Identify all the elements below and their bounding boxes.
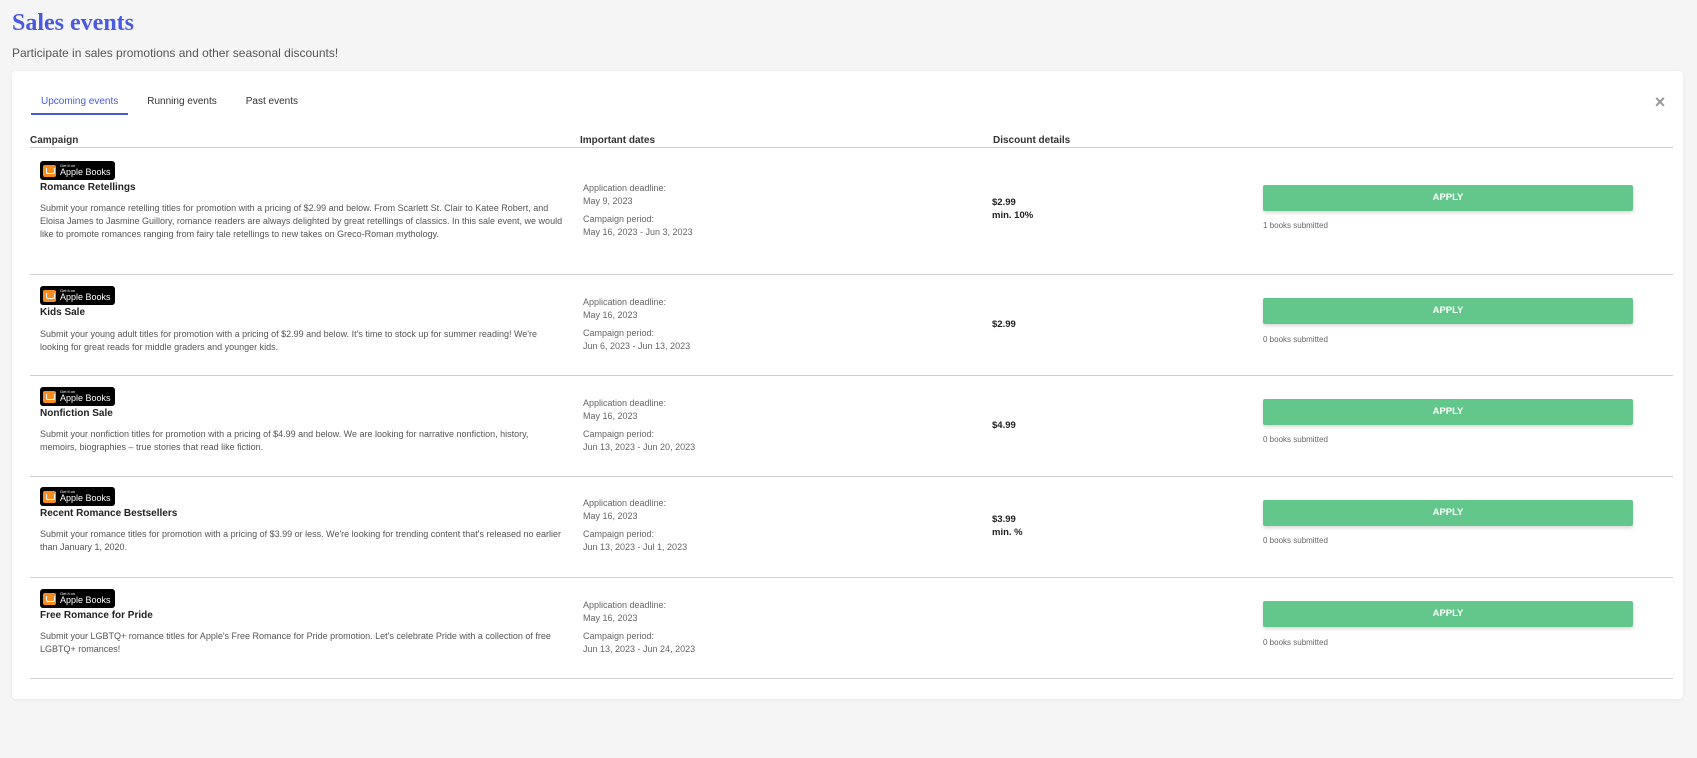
deadline-label: Application deadline:	[583, 183, 667, 193]
discount-details: $4.99	[992, 419, 1016, 432]
table-row: Get it on Apple Books Recent Romance Bes…	[30, 478, 1673, 578]
deadline-label: Application deadline:	[583, 600, 667, 610]
apple-books-logo: Get it on Apple Books	[40, 161, 115, 180]
discount-details: $3.99 min. %	[992, 513, 1023, 539]
event-tabs: Upcoming events Running events Past even…	[31, 94, 317, 116]
books-submitted: 0 books submitted	[1263, 435, 1328, 444]
important-dates: Application deadline: May 9, 2023 Campai…	[583, 182, 693, 244]
apple-books-logo: Get it on Apple Books	[40, 487, 115, 506]
deadline-value: May 16, 2023	[583, 411, 638, 421]
important-dates: Application deadline: May 16, 2023 Campa…	[583, 497, 687, 559]
deadline-value: May 16, 2023	[583, 613, 638, 623]
important-dates: Application deadline: May 16, 2023 Campa…	[583, 397, 695, 459]
important-dates: Application deadline: May 16, 2023 Campa…	[583, 296, 690, 358]
books-submitted: 0 books submitted	[1263, 638, 1328, 647]
apple-books-icon	[43, 490, 56, 503]
campaign-description: Submit your romance retelling titles for…	[40, 203, 563, 239]
deadline-value: May 16, 2023	[583, 511, 638, 521]
logo-wordmark: Apple Books	[60, 167, 111, 177]
period-label: Campaign period:	[583, 429, 655, 439]
deadline-label: Application deadline:	[583, 297, 667, 307]
apple-books-logo: Get it on Apple Books	[40, 286, 115, 305]
deadline-label: Application deadline:	[583, 398, 667, 408]
period-value: May 16, 2023 - Jun 3, 2023	[583, 227, 693, 237]
period-value: Jun 13, 2023 - Jul 1, 2023	[583, 542, 688, 552]
campaign-name: Romance Retellings	[40, 182, 136, 193]
discount-price: $2.99	[992, 319, 1016, 330]
apply-button[interactable]: APPLY	[1263, 500, 1633, 526]
apple-books-logo: Get it on Apple Books	[40, 589, 115, 608]
logo-wordmark: Apple Books	[60, 393, 111, 403]
table-row: Get it on Apple Books Kids Sale Submit y…	[30, 276, 1673, 376]
apple-books-icon	[43, 592, 56, 605]
period-label: Campaign period:	[583, 529, 655, 539]
deadline-value: May 9, 2023	[583, 196, 633, 206]
discount-details: $2.99 min. 10%	[992, 196, 1033, 222]
campaign-description: Submit your romance titles for promotion…	[40, 529, 562, 552]
deadline-value: May 16, 2023	[583, 310, 638, 320]
tab-running-events[interactable]: Running events	[137, 94, 227, 115]
discount-min: min. 10%	[992, 210, 1034, 221]
campaign-name: Recent Romance Bestsellers	[40, 508, 178, 519]
period-value: Jun 13, 2023 - Jun 20, 2023	[583, 442, 696, 452]
campaign-description: Submit your young adult titles for promo…	[40, 329, 538, 352]
apply-button[interactable]: APPLY	[1263, 399, 1633, 425]
campaign-description: Submit your nonfiction titles for promot…	[40, 429, 529, 452]
close-icon[interactable]: ×	[1652, 93, 1668, 111]
table-row: Get it on Apple Books Nonfiction Sale Su…	[30, 377, 1673, 477]
campaign-name: Kids Sale	[40, 307, 86, 318]
apple-books-icon	[43, 289, 56, 302]
column-header-discount-details: Discount details	[993, 135, 1071, 146]
campaign-description: Submit your LGBTQ+ romance titles for Ap…	[40, 631, 551, 654]
campaign-name: Free Romance for Pride	[40, 610, 153, 621]
apply-button[interactable]: APPLY	[1263, 298, 1633, 324]
events-card: Upcoming events Running events Past even…	[12, 71, 1683, 699]
table-header: Campaign Important dates Discount detail…	[30, 133, 1673, 148]
books-submitted: 1 books submitted	[1263, 221, 1328, 230]
books-submitted: 0 books submitted	[1263, 335, 1328, 344]
period-label: Campaign period:	[583, 214, 655, 224]
campaign-name: Nonfiction Sale	[40, 408, 113, 419]
period-label: Campaign period:	[583, 631, 655, 641]
discount-details: $2.99	[992, 318, 1016, 331]
apple-books-icon	[43, 390, 56, 403]
apple-books-icon	[43, 164, 56, 177]
tab-past-events[interactable]: Past events	[236, 94, 308, 115]
period-label: Campaign period:	[583, 328, 655, 338]
important-dates: Application deadline: May 16, 2023 Campa…	[583, 599, 695, 661]
page-subtitle: Participate in sales promotions and othe…	[12, 46, 339, 60]
page-title: Sales events	[12, 10, 134, 36]
period-value: Jun 6, 2023 - Jun 13, 2023	[583, 341, 691, 351]
discount-min: min. %	[992, 527, 1023, 538]
logo-wordmark: Apple Books	[60, 595, 111, 605]
logo-wordmark: Apple Books	[60, 493, 111, 503]
table-row: Get it on Apple Books Romance Retellings…	[30, 149, 1673, 275]
period-value: Jun 13, 2023 - Jun 24, 2023	[583, 644, 696, 654]
deadline-label: Application deadline:	[583, 498, 667, 508]
discount-price: $4.99	[992, 420, 1016, 431]
column-header-campaign: Campaign	[30, 135, 79, 146]
logo-wordmark: Apple Books	[60, 292, 111, 302]
apply-button[interactable]: APPLY	[1263, 601, 1633, 627]
discount-price: $2.99	[992, 197, 1016, 208]
books-submitted: 0 books submitted	[1263, 536, 1328, 545]
apple-books-logo: Get it on Apple Books	[40, 387, 115, 406]
table-row: Get it on Apple Books Free Romance for P…	[30, 579, 1673, 679]
apply-button[interactable]: APPLY	[1263, 185, 1633, 211]
tab-upcoming-events[interactable]: Upcoming events	[31, 94, 129, 115]
discount-price: $3.99	[992, 514, 1016, 525]
column-header-important-dates: Important dates	[580, 135, 656, 146]
